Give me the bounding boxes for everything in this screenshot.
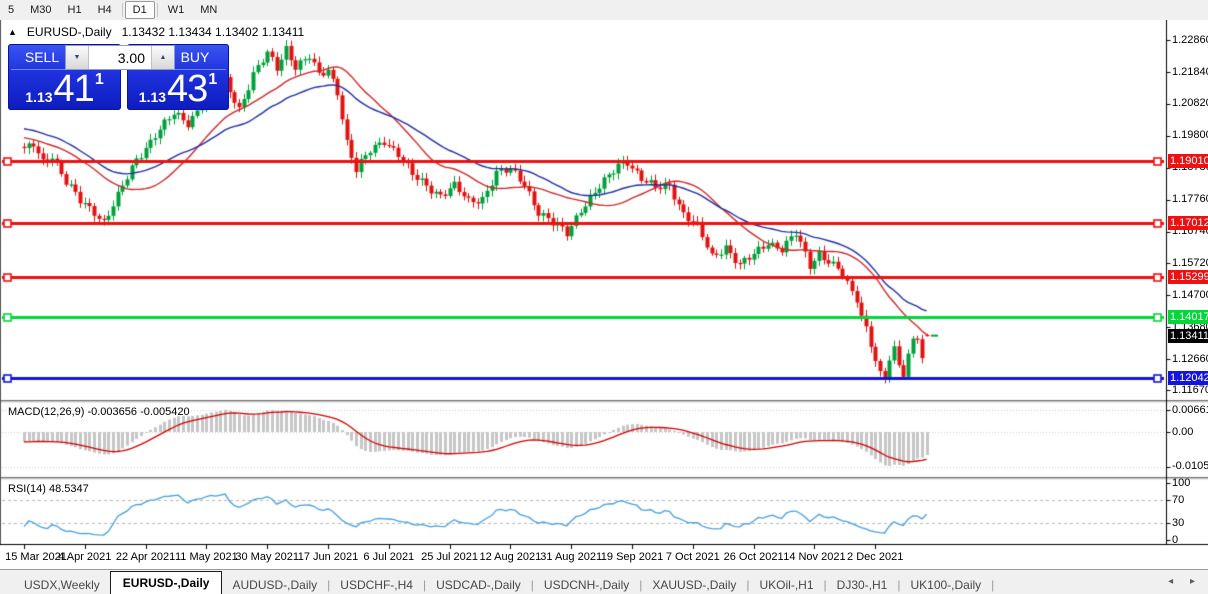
tab-ukoil-h1[interactable]: UKOil-,H1: [750, 575, 824, 594]
tab-usdchf-h4[interactable]: USDCHF-,H4: [330, 575, 423, 594]
chart-window: ▲ EURUSD-,Daily 1.13432 1.13434 1.13402 …: [0, 20, 1208, 594]
sell-price-pip: 1: [94, 71, 104, 88]
chart-title-row: ▲ EURUSD-,Daily 1.13432 1.13434 1.13402 …: [8, 25, 304, 39]
sell-price-prefix: 1.13: [25, 89, 53, 105]
tab-dj30-h1[interactable]: DJ30-,H1: [827, 575, 898, 594]
tab-uk100-daily[interactable]: UK100-,Daily: [900, 575, 991, 594]
toolbar-separator: [121, 3, 123, 17]
buy-price-pip: 1: [208, 71, 218, 88]
timeframe-button-5[interactable]: 5: [0, 1, 22, 19]
buy-price: 1.13 43 1: [127, 70, 229, 108]
tab-separator: |: [991, 578, 995, 592]
trade-panel-collapse-icon[interactable]: ▲: [8, 27, 17, 37]
toolbar-separator: [156, 3, 158, 17]
timeframe-button-mn[interactable]: MN: [192, 1, 225, 19]
timeframe-toolbar: 5 M30 H1 H4 D1 W1 MN: [0, 0, 1208, 21]
volume-increase-button[interactable]: ▲: [151, 46, 174, 69]
tab-usdcnh-daily[interactable]: USDCNH-,Daily: [534, 575, 639, 594]
timeframe-button-m30[interactable]: M30: [22, 1, 59, 19]
timeframe-button-d1[interactable]: D1: [124, 1, 155, 19]
chart-ohlc-values: 1.13432 1.13434 1.13402 1.13411: [121, 25, 305, 39]
tab-usdx-weekly[interactable]: USDX,Weekly: [14, 575, 110, 594]
timeframe-button-h1[interactable]: H1: [60, 1, 90, 19]
timeframe-button-w1[interactable]: W1: [160, 1, 193, 19]
sell-button[interactable]: SELL: [11, 44, 73, 70]
chart-symbol-title: EURUSD-,Daily: [26, 25, 112, 39]
volume-spinner: ▼ 3.00 ▲: [65, 45, 175, 70]
tab-usdcad-daily[interactable]: USDCAD-,Daily: [426, 575, 531, 594]
one-click-trade-panel: SELL 1.13 41 1 BUY 1.13 43 1 ▼ 3.00 ▲: [8, 44, 229, 110]
symbol-tab-bar: USDX,Weekly EURUSD-,Daily AUDUSD-,Daily | US…: [0, 569, 1208, 594]
buy-price-big: 43: [167, 68, 208, 110]
tab-audusd-daily[interactable]: AUDUSD-,Daily: [222, 575, 327, 594]
tab-scroll-arrows[interactable]: ◂ ▸: [1168, 576, 1202, 587]
buy-price-prefix: 1.13: [138, 89, 167, 105]
volume-input[interactable]: 3.00: [89, 46, 151, 69]
timeframe-button-h4[interactable]: H4: [90, 1, 120, 19]
tab-xauusd-daily[interactable]: XAUUSD-,Daily: [642, 575, 746, 594]
sell-price: 1.13 41 1: [8, 70, 121, 108]
sell-price-big: 41: [53, 68, 95, 110]
volume-decrease-button[interactable]: ▼: [66, 46, 89, 69]
tab-eurusd-daily[interactable]: EURUSD-,Daily: [109, 571, 223, 594]
